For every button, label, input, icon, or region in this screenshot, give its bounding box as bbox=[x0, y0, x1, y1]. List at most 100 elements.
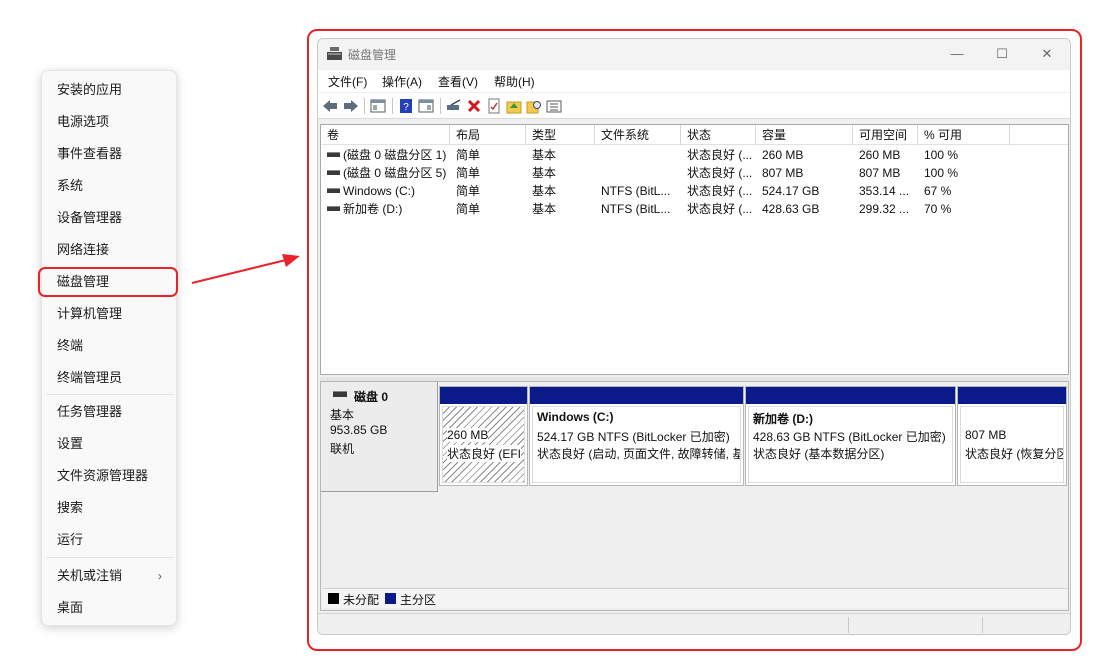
title-bar[interactable]: 磁盘管理 — ☐ ✕ bbox=[318, 39, 1070, 69]
column-header-type[interactable]: 类型 bbox=[526, 125, 595, 145]
delete-icon[interactable] bbox=[466, 98, 482, 114]
disk-type: 基本 bbox=[330, 408, 355, 422]
cell-volume-text: (磁盘 0 磁盘分区 5) bbox=[343, 166, 447, 180]
partition-bar bbox=[958, 387, 1066, 404]
menu-item-terminal[interactable]: 终端 bbox=[42, 332, 178, 360]
column-header-volume[interactable]: 卷 bbox=[321, 125, 450, 145]
window-title: 磁盘管理 bbox=[348, 48, 397, 62]
cell-free-space: 299.32 ... bbox=[859, 202, 910, 216]
svg-text:?: ? bbox=[403, 102, 409, 113]
properties-view-icon[interactable] bbox=[418, 98, 434, 114]
status-divider bbox=[848, 617, 849, 633]
disk-management-window: 磁盘管理 — ☐ ✕ 文件(F) 操作(A) 查看(V) 帮助(H) ? 卷 布… bbox=[317, 38, 1071, 635]
partition-title: 新加卷 (D:) bbox=[753, 412, 813, 426]
partition-size: 807 MB bbox=[965, 428, 1007, 442]
toolbar: ? bbox=[318, 93, 1070, 119]
help-icon[interactable]: ? bbox=[398, 98, 414, 114]
column-header-status[interactable]: 状态 bbox=[681, 125, 756, 145]
menu-item-desktop[interactable]: 桌面 bbox=[42, 594, 178, 622]
menu-item-computer-management[interactable]: 计算机管理 bbox=[42, 300, 178, 328]
chevron-right-icon: › bbox=[158, 569, 162, 583]
check-properties-icon[interactable] bbox=[486, 98, 502, 114]
red-arrow-icon bbox=[191, 254, 300, 284]
menu-item-run[interactable]: 运行 bbox=[42, 526, 178, 554]
partition-title: Windows (C:) bbox=[537, 410, 614, 424]
forward-arrow-icon[interactable] bbox=[343, 98, 359, 114]
menu-item-device-manager[interactable]: 设备管理器 bbox=[42, 204, 178, 232]
menu-view[interactable]: 查看(V) bbox=[438, 73, 478, 90]
list-icon[interactable] bbox=[546, 98, 562, 114]
table-row[interactable]: (磁盘 0 磁盘分区 1) 简单 基本 状态良好 (... 260 MB 260… bbox=[321, 146, 1068, 164]
menu-item-task-manager[interactable]: 任务管理器 bbox=[42, 398, 178, 426]
partition-status: 状态良好 (恢复分区) bbox=[965, 447, 1064, 461]
menu-item-network-connections[interactable]: 网络连接 bbox=[42, 236, 178, 264]
table-row[interactable]: (磁盘 0 磁盘分区 5) 简单 基本 状态良好 (... 807 MB 807… bbox=[321, 164, 1068, 182]
column-header-percent-free[interactable]: % 可用 bbox=[918, 125, 1010, 145]
cell-volume-text: 新加卷 (D:) bbox=[343, 202, 403, 216]
toolbar-separator bbox=[440, 98, 441, 114]
legend-unallocated-swatch bbox=[328, 593, 339, 604]
legend-unallocated-label: 未分配 bbox=[343, 593, 380, 607]
menu-item-file-explorer[interactable]: 文件资源管理器 bbox=[42, 462, 178, 490]
disk-size: 953.85 GB bbox=[330, 423, 388, 437]
menu-item-terminal-admin[interactable]: 终端管理员 bbox=[42, 364, 178, 392]
menu-item-settings[interactable]: 设置 bbox=[42, 430, 178, 458]
partition-d[interactable]: 新加卷 (D:) 428.63 GB NTFS (BitLocker 已加密) … bbox=[745, 386, 956, 486]
cell-volume: (磁盘 0 磁盘分区 5) bbox=[321, 164, 450, 182]
folder-search-icon[interactable] bbox=[526, 98, 542, 114]
partition-bar bbox=[530, 387, 743, 404]
disk-graph-pane: 磁盘 0 基本 953.85 GB 联机 260 MB 状态良好 (EFI Wi… bbox=[320, 381, 1069, 611]
column-header-layout[interactable]: 布局 bbox=[450, 125, 526, 145]
back-arrow-icon[interactable] bbox=[322, 98, 338, 114]
connect-drive-icon[interactable] bbox=[446, 98, 462, 114]
column-header-free-space[interactable]: 可用空间 bbox=[853, 125, 918, 145]
maximize-button[interactable]: ☐ bbox=[989, 44, 1015, 64]
partition-size: 428.63 GB NTFS (BitLocker 已加密) bbox=[753, 430, 946, 444]
menu-action[interactable]: 操作(A) bbox=[382, 73, 422, 90]
menu-item-event-viewer[interactable]: 事件查看器 bbox=[42, 140, 178, 168]
partition-body: 260 MB 状态良好 (EFI bbox=[442, 406, 525, 483]
menu-item-installed-apps[interactable]: 安装的应用 bbox=[42, 76, 178, 104]
cell-capacity: 524.17 GB bbox=[762, 184, 820, 198]
table-row[interactable]: Windows (C:) 简单 基本 NTFS (BitL... 状态良好 (.… bbox=[321, 182, 1068, 200]
column-header-filesystem[interactable]: 文件系统 bbox=[595, 125, 681, 145]
cell-filesystem bbox=[595, 146, 681, 164]
disk-status: 联机 bbox=[330, 442, 355, 456]
cell-type: 基本 bbox=[532, 148, 557, 162]
disk-management-icon bbox=[327, 47, 342, 60]
partition-body: 新加卷 (D:) 428.63 GB NTFS (BitLocker 已加密) … bbox=[748, 406, 953, 483]
cell-filesystem: NTFS (BitL... bbox=[601, 184, 671, 198]
minimize-button[interactable]: — bbox=[944, 44, 970, 64]
status-divider bbox=[982, 617, 983, 633]
cell-status: 状态良好 (... bbox=[687, 184, 753, 198]
drive-icon bbox=[327, 170, 340, 176]
toolbar-separator bbox=[364, 98, 365, 114]
show-hide-console-tree-icon[interactable] bbox=[370, 98, 386, 114]
cell-percent-free: 100 % bbox=[924, 148, 959, 162]
folder-up-icon[interactable] bbox=[506, 98, 522, 114]
close-button[interactable]: ✕ bbox=[1034, 44, 1060, 64]
volume-list-header: 卷 布局 类型 文件系统 状态 容量 可用空间 % 可用 bbox=[321, 125, 1068, 145]
menu-item-shutdown[interactable]: 关机或注销 › bbox=[42, 562, 178, 590]
menu-item-power-options[interactable]: 电源选项 bbox=[42, 108, 178, 136]
partition-efi[interactable]: 260 MB 状态良好 (EFI bbox=[439, 386, 528, 486]
cell-status: 状态良好 (... bbox=[687, 148, 753, 162]
cell-status: 状态良好 (... bbox=[687, 202, 753, 216]
menu-item-system[interactable]: 系统 bbox=[42, 172, 178, 200]
column-header-capacity[interactable]: 容量 bbox=[756, 125, 853, 145]
drive-icon bbox=[327, 152, 340, 158]
partition-size: 524.17 GB NTFS (BitLocker 已加密) bbox=[537, 430, 730, 444]
context-menu: 安装的应用 电源选项 事件查看器 系统 设备管理器 网络连接 磁盘管理 计算机管… bbox=[41, 70, 177, 626]
partition-recovery[interactable]: 807 MB 状态良好 (恢复分区) bbox=[957, 386, 1067, 486]
menu-file[interactable]: 文件(F) bbox=[328, 73, 367, 90]
cell-volume: Windows (C:) bbox=[321, 182, 450, 200]
menu-help[interactable]: 帮助(H) bbox=[494, 73, 535, 90]
disk-icon bbox=[333, 391, 347, 397]
menu-item-shutdown-label: 关机或注销 bbox=[57, 568, 123, 583]
partition-size: 260 MB bbox=[447, 428, 489, 442]
disk-0-label[interactable]: 磁盘 0 基本 953.85 GB 联机 bbox=[321, 382, 438, 492]
cell-percent-free: 70 % bbox=[924, 202, 952, 216]
menu-item-search[interactable]: 搜索 bbox=[42, 494, 178, 522]
table-row[interactable]: 新加卷 (D:) 简单 基本 NTFS (BitL... 状态良好 (... 4… bbox=[321, 200, 1068, 218]
partition-c[interactable]: Windows (C:) 524.17 GB NTFS (BitLocker 已… bbox=[529, 386, 744, 486]
